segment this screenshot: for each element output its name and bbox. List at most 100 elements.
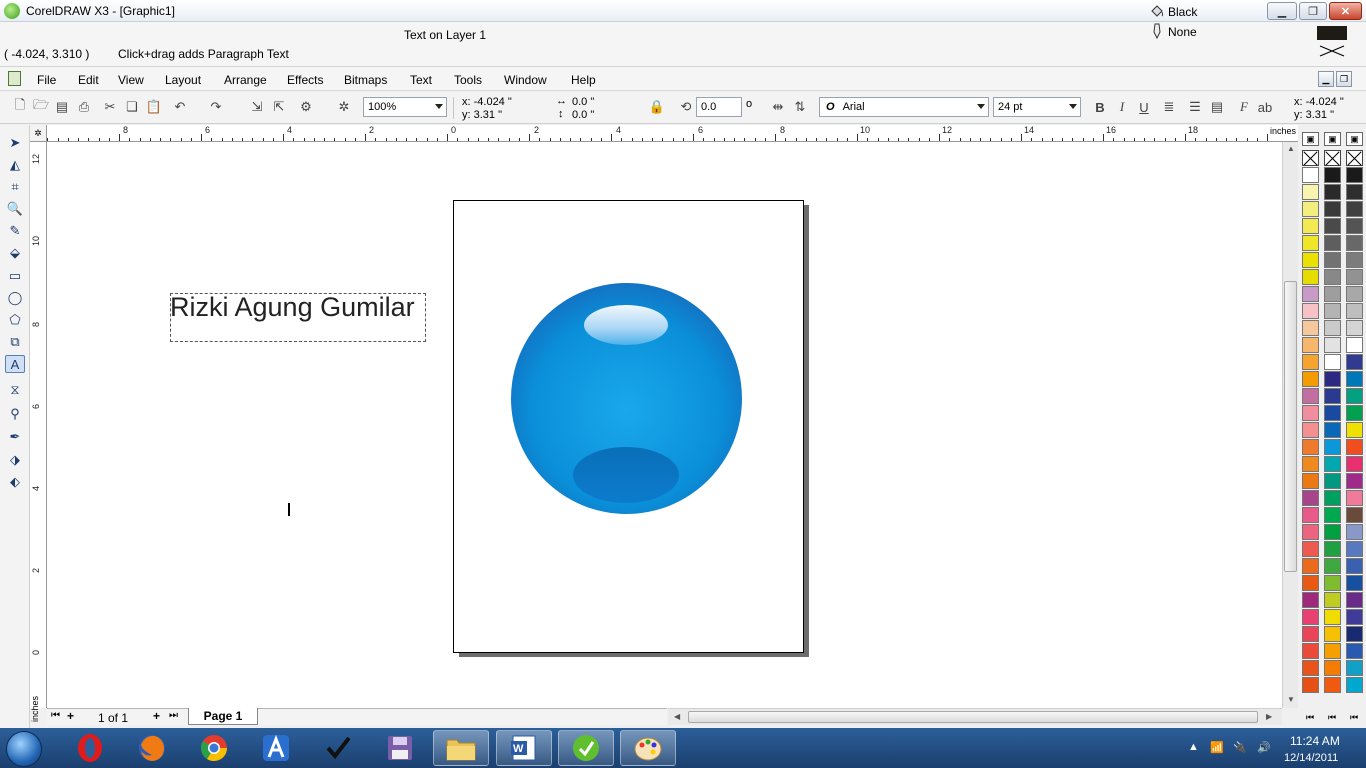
add-page-before-icon[interactable]: + [67,709,74,723]
smart-fill-tool-icon[interactable]: ⬙ [5,244,25,262]
taskbar-word-icon[interactable]: W [496,730,552,766]
add-page-after-icon[interactable]: + [153,709,160,723]
color-swatch[interactable] [1302,422,1319,438]
color-swatch[interactable] [1324,303,1341,319]
color-swatch[interactable] [1302,558,1319,574]
color-swatch[interactable] [1302,626,1319,642]
volume-icon[interactable]: 🔊 [1257,741,1271,754]
application-launcher-icon[interactable]: ⚙ [298,99,314,115]
color-swatch[interactable] [1324,473,1341,489]
doc-minimize-button[interactable]: ▁ [1318,71,1334,87]
no-color-swatch[interactable] [1324,150,1341,166]
taskbar-explorer-icon[interactable] [433,730,489,766]
color-swatch[interactable] [1324,184,1341,200]
color-swatch[interactable] [1302,575,1319,591]
eyedropper-tool-icon[interactable]: ⚲ [5,405,25,423]
ruler-origin-corner[interactable]: ✲ [30,125,47,142]
clock-date[interactable]: 12/14/2011 [1284,752,1338,764]
color-swatch[interactable] [1346,575,1363,591]
color-swatch[interactable] [1346,524,1363,540]
color-swatch[interactable] [1346,252,1363,268]
color-swatch[interactable] [1324,337,1341,353]
color-swatch[interactable] [1302,388,1319,404]
menu-window[interactable]: Window [504,73,547,87]
text-tool-icon[interactable]: A [5,355,25,373]
color-swatch[interactable] [1346,184,1363,200]
menu-file[interactable]: File [37,73,56,87]
underline-icon[interactable]: U [1136,99,1152,115]
palette-scroll-icon[interactable]: ⏮ [1350,712,1358,723]
color-swatch[interactable] [1324,507,1341,523]
color-swatch[interactable] [1302,439,1319,455]
palette-menu-icon[interactable]: ▣ [1346,132,1363,146]
undo-icon[interactable]: ↶ [172,99,188,115]
scroll-up-arrow-icon[interactable]: ▲ [1287,144,1295,153]
scroll-left-arrow-icon[interactable]: ◀ [674,712,680,721]
rectangle-tool-icon[interactable]: ▭ [5,267,25,285]
taskbar-opera-icon[interactable] [62,730,118,766]
taskbar-firefox-icon[interactable] [124,730,180,766]
menu-tools[interactable]: Tools [454,73,482,87]
menu-bitmaps[interactable]: Bitmaps [344,73,387,87]
color-swatch[interactable] [1302,507,1319,523]
taskbar-checkmark-icon[interactable] [310,730,366,766]
doc-restore-button[interactable]: ❐ [1336,71,1352,87]
color-swatch[interactable] [1302,167,1319,183]
color-swatch[interactable] [1324,626,1341,642]
y-position-field[interactable]: y: 3.31 " [462,109,502,121]
color-swatch[interactable] [1302,320,1319,336]
drop-cap-icon[interactable]: ▤ [1209,99,1225,115]
color-swatch[interactable] [1302,524,1319,540]
color-swatch[interactable] [1324,269,1341,285]
palette-scroll-icon[interactable]: ⏮ [1306,712,1314,723]
color-swatch[interactable] [1302,269,1319,285]
taskbar-paint-icon[interactable] [620,730,676,766]
page-tab[interactable]: Page 1 [188,708,258,725]
color-swatch[interactable] [1346,354,1363,370]
color-swatch[interactable] [1346,286,1363,302]
color-swatch[interactable] [1302,473,1319,489]
color-swatch[interactable] [1302,303,1319,319]
color-swatch[interactable] [1346,167,1363,183]
save-icon[interactable]: ▤ [54,99,70,115]
color-swatch[interactable] [1302,235,1319,251]
fill-tool-icon[interactable]: ⬗ [5,451,25,469]
freehand-tool-icon[interactable]: ✎ [5,222,25,240]
color-swatch[interactable] [1346,592,1363,608]
color-swatch[interactable] [1346,405,1363,421]
vertical-ruler[interactable]: 12 10 8 6 4 2 0 [30,142,47,708]
color-swatch[interactable] [1324,677,1341,693]
new-document-icon[interactable]: 🗋 [12,97,28,115]
taskbar-coreldraw-icon[interactable] [558,730,614,766]
color-swatch[interactable] [1346,303,1363,319]
color-swatch[interactable] [1324,524,1341,540]
color-swatch[interactable] [1346,473,1363,489]
blue-sphere-graphic[interactable] [511,283,742,514]
color-swatch[interactable] [1346,201,1363,217]
artistic-text-object[interactable]: Rizki Agung Gumilar [170,292,415,323]
color-swatch[interactable] [1302,456,1319,472]
outline-tool-icon[interactable]: ✒ [5,428,25,446]
color-swatch[interactable] [1346,337,1363,353]
color-swatch[interactable] [1324,252,1341,268]
menu-layout[interactable]: Layout [165,73,201,87]
color-swatch[interactable] [1324,592,1341,608]
format-text-icon[interactable]: F [1236,99,1252,115]
power-icon[interactable]: 🔌 [1233,741,1247,754]
color-swatch[interactable] [1324,167,1341,183]
polygon-tool-icon[interactable]: ⬠ [5,311,25,329]
color-swatch[interactable] [1302,354,1319,370]
fill-color-swatch[interactable] [1317,26,1347,40]
import-icon[interactable]: ⇲ [249,99,265,115]
height-field[interactable]: 0.0 " [572,109,594,121]
scroll-right-arrow-icon[interactable]: ▶ [1266,712,1272,721]
color-swatch[interactable] [1346,626,1363,642]
menu-view[interactable]: View [118,73,144,87]
edit-text-icon[interactable]: ab [1257,99,1273,115]
color-swatch[interactable] [1302,660,1319,676]
color-swatch[interactable] [1302,252,1319,268]
color-swatch[interactable] [1324,643,1341,659]
horizontal-ruler[interactable]: 8 6 4 2 0 2 4 6 8 10 12 14 16 18 [30,125,1298,142]
color-swatch[interactable] [1324,405,1341,421]
color-swatch[interactable] [1346,490,1363,506]
